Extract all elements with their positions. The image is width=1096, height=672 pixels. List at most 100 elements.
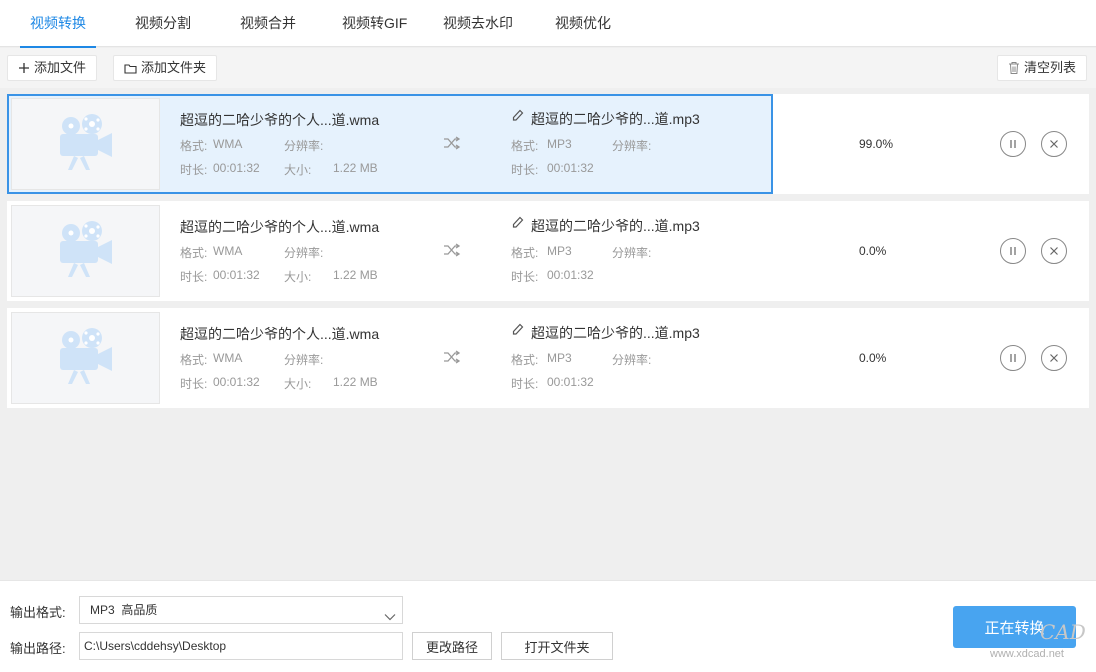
output-format-label: 格式: [511,246,539,260]
trash-icon [1008,61,1020,75]
source-resolution-label: 分辨率: [284,353,324,367]
clear-list-label: 清空列表 [1024,60,1077,75]
remove-button[interactable] [1041,238,1067,264]
source-size: 1.22 MB [333,268,378,282]
source-duration-label: 时长: [180,163,208,177]
pause-button[interactable] [1000,238,1026,264]
output-format: MP3 [547,351,572,365]
remove-button[interactable] [1041,131,1067,157]
source-resolution-label: 分辨率: [284,246,324,260]
source-duration: 00:01:32 [213,268,260,282]
tab-video-remove-watermark[interactable]: 视频去水印 [443,0,513,47]
source-size-label: 大小: [284,163,312,177]
output-duration-label: 时长: [511,270,539,284]
output-file-name[interactable]: 超逗的二哈少爷的...道.mp3 [531,323,700,343]
output-resolution-label: 分辨率: [612,246,652,260]
close-icon [1049,137,1059,152]
pencil-icon[interactable] [512,323,524,340]
source-duration: 00:01:32 [213,161,260,175]
source-format-label: 格式: [180,246,208,260]
source-format: WMA [213,137,243,151]
watermark-url: www.xdcad.net [990,648,1064,660]
watermark-logo: CAD [1040,620,1086,644]
tab-bar: 视频转换 视频分割 视频合并 视频转GIF 视频去水印 视频优化 [0,0,1096,48]
pause-button[interactable] [1000,345,1026,371]
film-camera-icon [58,220,114,282]
list-item[interactable]: 超逗的二哈少爷的个人...道.wma 格式: WMA 分辨率: 时长: 00:0… [7,201,1089,301]
progress-percent: 99.0% [859,137,894,151]
progress-percent: 0.0% [859,351,887,365]
source-size: 1.22 MB [333,375,378,389]
remove-button[interactable] [1041,345,1067,371]
source-size-label: 大小: [284,270,312,284]
tab-video-convert[interactable]: 视频转换 [20,0,96,48]
open-folder-button[interactable]: 打开文件夹 [501,632,613,660]
source-duration-label: 时长: [180,270,208,284]
tab-video-to-gif[interactable]: 视频转GIF [342,0,407,47]
source-format-label: 格式: [180,139,208,153]
output-resolution-label: 分辨率: [612,139,652,153]
pencil-icon[interactable] [512,216,524,233]
output-duration: 00:01:32 [547,268,594,282]
output-path-input[interactable] [79,632,403,660]
source-format: WMA [213,244,243,258]
source-file-name: 超逗的二哈少爷的个人...道.wma [180,326,380,342]
pause-icon [1009,137,1017,152]
output-format-value: MP3 高品质 [90,603,158,617]
output-file-name[interactable]: 超逗的二哈少爷的...道.mp3 [531,216,700,236]
output-format-label: 格式: [511,139,539,153]
tab-video-merge[interactable]: 视频合并 [240,0,296,47]
source-file-name: 超逗的二哈少爷的个人...道.wma [180,112,380,128]
list-item[interactable]: 超逗的二哈少爷的个人...道.wma 格式: WMA 分辨率: 时长: 00:0… [7,94,1089,194]
film-camera-icon [58,113,114,175]
list-item[interactable]: 超逗的二哈少爷的个人...道.wma 格式: WMA 分辨率: 时长: 00:0… [7,308,1089,408]
video-thumbnail [11,312,160,404]
output-format: MP3 [547,244,572,258]
output-duration-label: 时长: [511,163,539,177]
source-size: 1.22 MB [333,161,378,175]
output-format-label: 格式: [511,353,539,367]
video-thumbnail [11,98,160,190]
toolbar: 添加文件 添加文件夹 清空列表 [0,48,1096,88]
source-resolution-label: 分辨率: [284,139,324,153]
add-folder-button[interactable]: 添加文件夹 [113,55,218,81]
close-icon [1049,351,1059,366]
pencil-icon[interactable] [512,109,524,126]
change-path-button[interactable]: 更改路径 [412,632,492,660]
video-thumbnail [11,205,160,297]
shuffle-icon [443,243,461,260]
progress-percent: 0.0% [859,244,887,258]
output-path-label: 输出路径: [10,641,66,656]
shuffle-icon [443,350,461,367]
output-format: MP3 [547,137,572,151]
source-format-label: 格式: [180,353,208,367]
output-resolution-label: 分辨率: [612,353,652,367]
tab-video-split[interactable]: 视频分割 [135,0,191,47]
output-file-name[interactable]: 超逗的二哈少爷的...道.mp3 [531,109,700,129]
clear-list-button[interactable]: 清空列表 [997,55,1088,81]
chevron-down-icon [384,604,396,630]
add-folder-label: 添加文件夹 [141,60,207,75]
close-icon [1049,244,1059,259]
source-duration: 00:01:32 [213,375,260,389]
folder-icon [124,63,137,74]
output-format-select[interactable]: MP3 高品质 [79,596,403,624]
output-format-label: 输出格式: [10,605,66,620]
output-settings-panel: 输出格式: MP3 高品质 输出路径: 更改路径 打开文件夹 正在转换 [0,580,1096,672]
plus-icon [18,62,30,74]
source-file-name: 超逗的二哈少爷的个人...道.wma [180,219,380,235]
source-format: WMA [213,351,243,365]
source-duration-label: 时长: [180,377,208,391]
output-duration: 00:01:32 [547,161,594,175]
film-camera-icon [58,327,114,389]
add-file-label: 添加文件 [34,60,87,75]
shuffle-icon [443,136,461,153]
output-duration-label: 时长: [511,377,539,391]
pause-button[interactable] [1000,131,1026,157]
pause-icon [1009,351,1017,366]
add-file-button[interactable]: 添加文件 [7,55,98,81]
pause-icon [1009,244,1017,259]
source-size-label: 大小: [284,377,312,391]
tab-video-optimize[interactable]: 视频优化 [555,0,611,47]
output-duration: 00:01:32 [547,375,594,389]
